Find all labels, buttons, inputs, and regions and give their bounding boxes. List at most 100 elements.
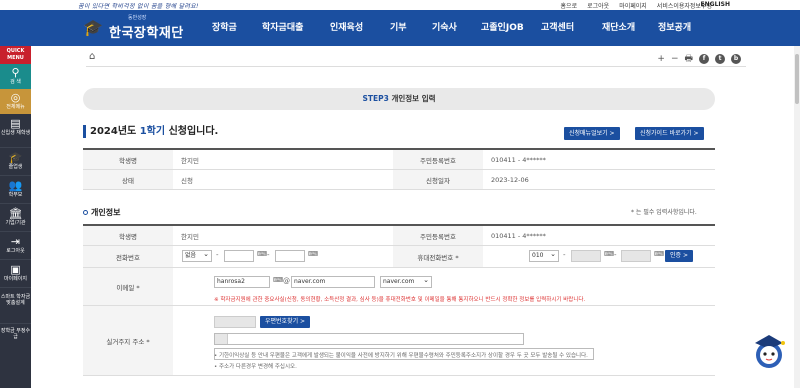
scrollbar-thumb[interactable] xyxy=(795,54,799,104)
quick-menu-header[interactable]: QUICK MENU xyxy=(0,46,31,64)
keyboard-icon[interactable]: ⌨ xyxy=(604,250,614,258)
parents-icon: 👥 xyxy=(8,179,23,192)
english-link[interactable]: ENGLISH xyxy=(701,1,730,8)
slogan: 꿈이 있다면 학비걱정 없이 꿈을 향해 달려요! xyxy=(78,3,199,10)
page-title: 2024년도 1학기 신청입니다. xyxy=(83,125,218,138)
main-nav: 🎓 동반성장 한국장학재단 장학금 학자금대출 인재육성 기부 기숙사 고졸인J… xyxy=(0,10,800,46)
mobile-middle-input[interactable] xyxy=(571,250,601,262)
semester-term: 1학기 xyxy=(139,126,166,137)
tool-row: ⌂ + − 🖶 f t b xyxy=(86,49,746,67)
facebook-icon[interactable]: f xyxy=(699,54,709,64)
search-icon: ⚲ xyxy=(11,66,20,79)
top-links: 홈으로 로그아웃 마이페이지 서비스이용자정보수정 xyxy=(561,1,712,10)
print-icon[interactable]: 🖶 xyxy=(685,51,694,67)
mobile-prefix-select[interactable]: 010 xyxy=(529,250,559,262)
guide-button[interactable]: 신청가이드 바로가기 > xyxy=(635,127,704,140)
logo[interactable]: 🎓 동반성장 한국장학재단 xyxy=(83,15,213,41)
student-name-label: 학생명 xyxy=(83,150,173,169)
zoom-out-icon[interactable]: − xyxy=(671,54,679,64)
phone-last-input[interactable] xyxy=(275,250,305,262)
nav-item-scholarship[interactable]: 장학금 xyxy=(212,20,262,33)
keyboard-icon[interactable]: ⌨ xyxy=(257,250,267,258)
sidebar-item-students[interactable]: ▤ 신입생 재학생 xyxy=(0,114,31,148)
sidebar-item-institution[interactable]: 🏛 기업/기관 xyxy=(0,204,31,232)
institution-icon: 🏛 xyxy=(8,207,23,220)
sidebar-item-search[interactable]: ⚲ 검 색 xyxy=(0,64,31,89)
zipcode-input[interactable] xyxy=(214,316,256,328)
graduation-cap-icon: 🎓 xyxy=(83,18,103,37)
nav-item-disclosure[interactable]: 정보공개 xyxy=(658,20,708,33)
page-scrollbar[interactable] xyxy=(794,46,800,388)
email-domain-select[interactable]: naver.com xyxy=(380,276,432,288)
table-row: 학생명 한지민 주민등록번호 010411 - 4****** xyxy=(83,226,715,246)
logout-icon: ⇥ xyxy=(10,235,21,248)
mobile-last-input[interactable] xyxy=(621,250,651,262)
status-label: 상태 xyxy=(83,170,173,189)
ssn-value: 010411 - 4****** xyxy=(491,231,546,240)
sidebar-item-graduates[interactable]: 🎓 졸업생 xyxy=(0,148,31,176)
sidebar-item-all-menu[interactable]: ◎ 전체메뉴 xyxy=(0,89,31,114)
address-note-1: • 기한이익상실 등 안내 우편물은 고객에게 발생되는 불이익을 사전에 방지… xyxy=(214,353,588,359)
compass-icon: ◎ xyxy=(10,91,21,104)
quick-sidebar: QUICK MENU ⚲ 검 색 ◎ 전체메뉴 ▤ 신입생 재학생 🎓 졸업생 … xyxy=(0,46,31,388)
sidebar-item-logout[interactable]: ⇥ 로그아웃 xyxy=(0,232,31,260)
address-detail-input[interactable] xyxy=(214,333,524,345)
blog-icon[interactable]: b xyxy=(731,54,741,64)
home-link[interactable]: 홈으로 xyxy=(561,1,578,10)
nav-menu: 장학금 학자금대출 인재육성 기부 기숙사 고졸인JOB 고객센터 재단소개 정… xyxy=(212,20,708,33)
keyboard-icon[interactable]: ⌨ xyxy=(654,250,664,258)
status-value: 신청 xyxy=(181,176,193,185)
ssn-label: 주민등록번호 xyxy=(393,150,483,169)
section-title: 개인정보 xyxy=(83,207,120,218)
step-bar: STEP3 개인정보 입력 xyxy=(83,88,715,110)
chatbot-mascot-icon[interactable] xyxy=(749,331,789,371)
logout-link[interactable]: 로그아웃 xyxy=(587,1,609,10)
nav-item-about[interactable]: 재단소개 xyxy=(602,20,658,33)
book-icon: ▤ xyxy=(10,117,21,130)
nav-item-loan[interactable]: 학자금대출 xyxy=(262,20,330,33)
logo-small-text: 동반성장 xyxy=(128,15,147,21)
sidebar-item-parents[interactable]: 👥 학부모 xyxy=(0,176,31,204)
name-value: 한지민 xyxy=(181,232,199,241)
mobile-label: 휴대전화번호 * xyxy=(417,253,459,262)
logo-name: 한국장학재단 xyxy=(109,26,184,41)
zoom-in-icon[interactable]: + xyxy=(657,54,665,64)
bullet-icon xyxy=(83,210,88,215)
nav-item-job[interactable]: 고졸인JOB xyxy=(481,20,541,33)
graduation-icon: 🎓 xyxy=(8,151,23,164)
sidebar-item-fraud-report[interactable]: 장학금 부정수급 xyxy=(0,324,31,348)
twitter-icon[interactable]: t xyxy=(715,54,725,64)
sidebar-item-mypage[interactable]: ▣ 마이페이지 xyxy=(0,260,31,288)
semester-suffix: 신청입니다. xyxy=(168,126,219,137)
keyboard-icon[interactable]: ⌨ xyxy=(308,250,318,258)
name-label: 학생명 xyxy=(83,226,173,245)
nav-item-donation[interactable]: 기부 xyxy=(390,20,432,33)
nav-item-dormitory[interactable]: 기숙사 xyxy=(432,20,481,33)
manual-button[interactable]: 신청매뉴얼보기 > xyxy=(564,127,620,140)
address-label: 실거주지 주소 * xyxy=(106,337,150,346)
apply-date-label: 신청일자 xyxy=(393,170,483,189)
mypage-icon: ▣ xyxy=(10,263,21,276)
semester-year: 2024년도 xyxy=(90,126,137,137)
step-title: 개인정보 입력 xyxy=(391,94,436,103)
home-icon[interactable]: ⌂ xyxy=(89,51,95,62)
top-utility-bar: 꿈이 있다면 학비걱정 없이 꿈을 향해 달려요! 홈으로 로그아웃 마이페이지… xyxy=(0,0,800,10)
main-content: ⌂ + − 🖶 f t b STEP3 개인정보 입력 2024년도 1학기 신… xyxy=(31,46,800,388)
email-warning: ※ 학자금지원에 관한 중요사실(신청, 동의현황, 소득산정 결과, 심사 등… xyxy=(214,297,586,303)
phone-label: 전화번호 xyxy=(83,246,173,267)
ssn-value: 010411 - 4****** xyxy=(491,155,546,164)
verify-button[interactable]: 인증 > xyxy=(665,250,693,262)
nav-item-customer[interactable]: 고객센터 xyxy=(541,20,602,33)
mypage-link[interactable]: 마이페이지 xyxy=(619,1,647,10)
email-id-input[interactable]: hanrosa2 xyxy=(214,276,270,288)
zipcode-search-button[interactable]: 우편번호찾기 > xyxy=(260,316,311,328)
address-note-2: • 주소가 다른경우 변경해 주십시오. xyxy=(214,364,297,370)
page-tools: + − 🖶 f t b xyxy=(657,51,741,67)
nav-item-talent[interactable]: 인재육성 xyxy=(330,20,390,33)
keyboard-icon[interactable]: ⌨ xyxy=(273,276,283,284)
email-domain-input[interactable]: naver.com xyxy=(291,276,375,288)
phone-area-select[interactable]: 없음 xyxy=(182,250,212,262)
email-label: 이메일 * xyxy=(116,283,140,292)
sidebar-item-smart-plan[interactable]: 스마트 학자금 맞춤설계 xyxy=(0,288,31,324)
phone-middle-input[interactable] xyxy=(224,250,254,262)
